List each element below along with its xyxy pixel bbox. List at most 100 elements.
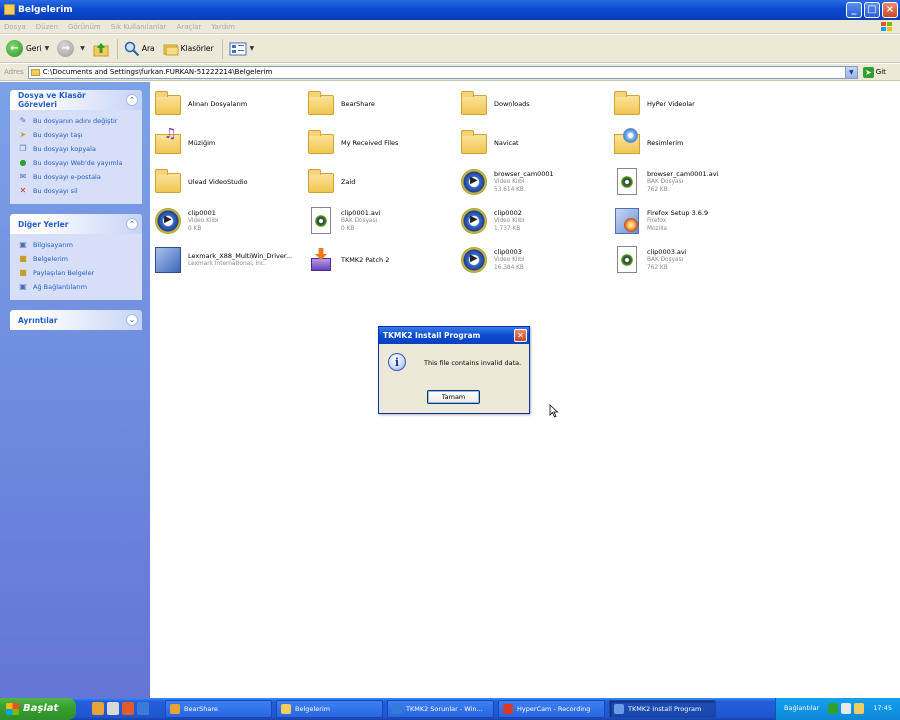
email-icon: ✉ [19, 172, 27, 181]
start-button[interactable]: Başlat [0, 698, 76, 720]
tray-links-label[interactable]: Bağlantılar [784, 704, 819, 712]
file-item[interactable]: Downloads [460, 86, 610, 122]
toolbar-divider [116, 38, 118, 59]
quick-launch-app-icon[interactable] [92, 702, 104, 715]
menu-view[interactable]: Görünüm [68, 23, 101, 31]
place-network[interactable]: ▣ Ağ Bağlantılarım [18, 280, 136, 294]
file-item[interactable]: clip0002Video Klibi 1.737 KB [460, 203, 610, 239]
window-controls: _ □ × [846, 2, 898, 18]
taskbar-task-button[interactable]: HyperCam - Recording [498, 700, 605, 718]
folder-icon [307, 129, 335, 157]
file-item[interactable]: TKMK2 Patch 2 [307, 242, 457, 278]
address-label: Adres [4, 68, 24, 76]
taskbar-task-button[interactable]: TKMK2 Sorunlar - Win... [387, 700, 494, 718]
file-item[interactable]: Alınan Dosyalarım [154, 86, 304, 122]
file-size: 53.614 KB [494, 187, 524, 193]
task-app-icon [614, 704, 624, 714]
task-move[interactable]: ➤ Bu dosyayı taşı [18, 128, 136, 142]
tray-network-icon[interactable] [854, 703, 864, 714]
file-item[interactable]: Firefox Setup 3.6.9 Firefox Mozilla [613, 203, 763, 239]
other-places-header[interactable]: Diğer Yerler ⌃ [10, 214, 142, 234]
taskbar-task-button[interactable]: BearShare [165, 700, 272, 718]
web-publish-icon: ● [19, 158, 27, 167]
minimize-button[interactable]: _ [846, 2, 862, 18]
quick-launch-desktop-icon[interactable] [107, 702, 119, 715]
folder-icon [613, 90, 641, 118]
file-item[interactable]: Zaid [307, 164, 457, 200]
video-clip-icon [154, 207, 182, 235]
address-dropdown-button[interactable]: ▼ [844, 66, 857, 78]
file-item[interactable]: clip0003Video Klibi 16.384 KB [460, 242, 610, 278]
file-item[interactable]: clip0001.avi BAK Dosyası 0 KB [307, 203, 457, 239]
place-label: Ağ Bağlantılarım [33, 283, 88, 291]
menu-file[interactable]: Dosya [4, 23, 26, 31]
file-item[interactable]: browser_cam0001.avi BAK Dosyası 762 KB [613, 164, 763, 200]
go-button[interactable]: ➤ Git [862, 66, 886, 78]
place-my-computer[interactable]: ▣ Bilgisayarım [18, 238, 136, 252]
file-text: clip0001.avi BAK Dosyası 0 KB [341, 209, 381, 233]
title-bar[interactable]: Belgelerim _ □ × [0, 0, 900, 20]
file-item[interactable]: browser_cam0001Video Klibi 53.614 KB [460, 164, 610, 200]
pictures-folder-icon [613, 128, 641, 157]
file-item[interactable]: clip0003.avi BAK Dosyası 762 KB [613, 242, 763, 278]
menu-favorites[interactable]: Sık Kullanılanlar [111, 23, 167, 31]
task-email[interactable]: ✉ Bu dosyayı e-postala [18, 170, 136, 184]
forward-button[interactable]: → ▼ [57, 40, 85, 57]
file-name: clip0003.avi [647, 248, 687, 256]
bak-file-icon [613, 168, 641, 196]
close-button[interactable]: × [882, 2, 898, 18]
views-button[interactable]: ▼ [229, 42, 254, 56]
folders-button[interactable]: Klasörler [163, 42, 214, 56]
file-text: Firefox Setup 3.6.9 Firefox Mozilla [647, 209, 708, 233]
task-rename[interactable]: ✎ Bu dosyanın adını değiştir [18, 114, 136, 128]
expand-icon[interactable]: ⌄ [126, 314, 138, 326]
address-input[interactable]: C:\Documents and Settings\furkan.FURKAN-… [27, 65, 858, 79]
search-button[interactable]: Ara [124, 41, 155, 57]
file-name: clip0001.avi [341, 209, 381, 217]
tray-clock[interactable]: 17:45 [873, 704, 892, 712]
menu-edit[interactable]: Düzen [36, 23, 58, 31]
dialog-title-bar[interactable]: TKMK2 Install Program ✕ [379, 327, 529, 344]
file-item[interactable]: Ulead VideoStudio [154, 164, 304, 200]
quick-launch-media-icon[interactable] [122, 702, 134, 715]
back-button[interactable]: ← Geri ▼ [6, 40, 49, 57]
file-item[interactable]: Navicat [460, 125, 610, 161]
file-type: Video Klibi [188, 218, 219, 224]
menu-help[interactable]: Yardım [211, 23, 235, 31]
menu-bar: Dosya Düzen Görünüm Sık Kullanılanlar Ar… [0, 20, 900, 34]
up-button[interactable] [93, 41, 109, 57]
maximize-button[interactable]: □ [864, 2, 880, 18]
windows-flag-icon [6, 703, 19, 715]
task-web-publish[interactable]: ● Bu dosyayı Web'de yayımla [18, 156, 136, 170]
tray-volume-icon[interactable] [841, 703, 851, 714]
collapse-icon[interactable]: ⌃ [126, 94, 138, 106]
file-item[interactable]: My Received Files [307, 125, 457, 161]
taskbar-task-button[interactable]: TKMK2 Install Program [609, 700, 716, 718]
file-tasks-header[interactable]: Dosya ve Klasör Görevleri ⌃ [10, 90, 142, 110]
network-icon: ▣ [19, 282, 27, 291]
file-item[interactable]: clip0001Video Klibi 0 KB [154, 203, 304, 239]
place-my-documents[interactable]: ■ Belgelerim [18, 252, 136, 266]
up-folder-icon [93, 42, 109, 56]
file-size: 16.384 KB [494, 265, 524, 271]
dialog-close-button[interactable]: ✕ [514, 329, 527, 342]
ok-button[interactable]: Tamam [427, 390, 480, 404]
chevron-down-icon: ▼ [80, 45, 85, 52]
quick-launch-browser-icon[interactable] [137, 702, 149, 715]
file-type: Firefox [647, 218, 667, 224]
task-delete[interactable]: ✕ Bu dosyayı sil [18, 184, 136, 198]
file-item[interactable]: Müziğim [154, 125, 304, 161]
file-item[interactable]: Lexmark_X88_MultiWin_Driver... Lexmark In… [154, 242, 304, 278]
search-icon [124, 41, 140, 56]
tray-app-icon[interactable] [828, 703, 838, 714]
file-name: My Received Files [341, 139, 399, 147]
task-copy[interactable]: ❐ Bu dosyayı kopyala [18, 142, 136, 156]
collapse-icon[interactable]: ⌃ [126, 218, 138, 230]
details-header[interactable]: Ayrıntılar ⌄ [10, 310, 142, 330]
file-item[interactable]: BearShare [307, 86, 457, 122]
taskbar-task-button[interactable]: Belgelerim [276, 700, 383, 718]
file-item[interactable]: HyPer Videolar [613, 86, 763, 122]
file-item[interactable]: Resimlerim [613, 125, 763, 161]
menu-tools[interactable]: Araçlar [176, 23, 201, 31]
place-shared-documents[interactable]: ■ Paylaşılan Belgeler [18, 266, 136, 280]
